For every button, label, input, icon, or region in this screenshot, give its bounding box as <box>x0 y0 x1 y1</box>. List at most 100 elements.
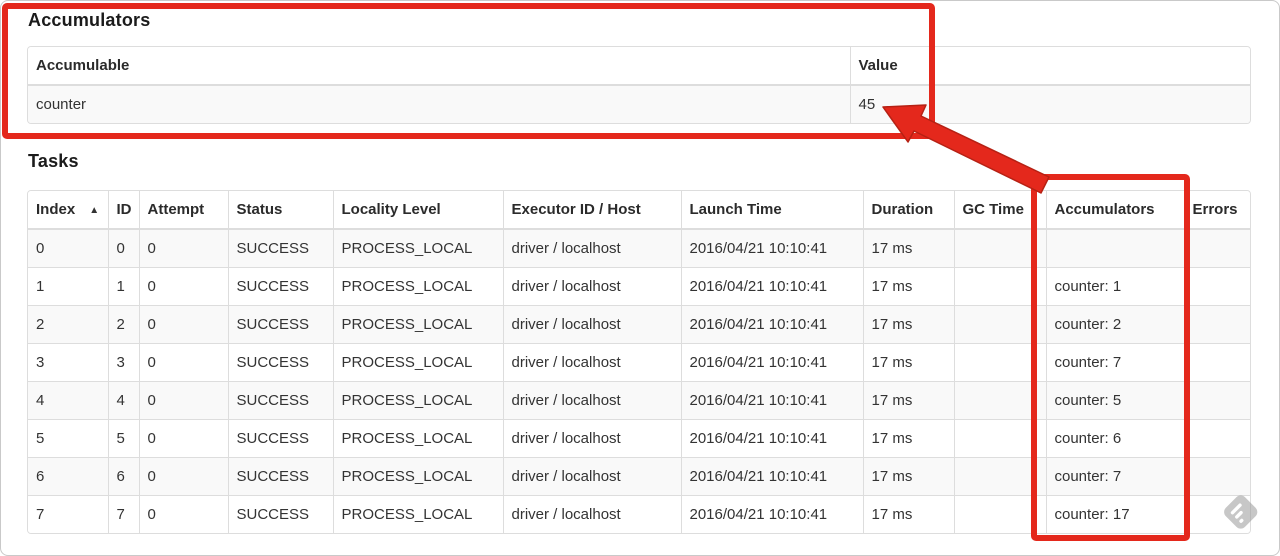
cell-locality-level: PROCESS_LOCAL <box>332 343 503 382</box>
cell-duration: 17 ms <box>862 419 954 458</box>
column-header-accumulators[interactable]: Accumulators <box>1045 191 1184 230</box>
column-header-label: Executor ID / Host <box>511 201 641 218</box>
column-header-label: Errors <box>1192 201 1238 218</box>
column-header-attempt[interactable]: Attempt <box>138 191 228 230</box>
cell-gc-time <box>953 267 1046 306</box>
task-row: 0 0 0 SUCCESS PROCESS_LOCAL driver / loc… <box>28 228 1250 268</box>
cell-errors <box>1183 495 1250 533</box>
cell-id: 5 <box>107 419 139 458</box>
task-row: 3 3 0 SUCCESS PROCESS_LOCAL driver / loc… <box>28 343 1250 382</box>
cell-gc-time <box>953 343 1046 382</box>
cell-executor-id-host: driver / localhost <box>502 381 681 420</box>
column-header-duration[interactable]: Duration <box>862 191 954 230</box>
cell-gc-time <box>953 495 1046 533</box>
cell-executor-id-host: driver / localhost <box>502 495 681 533</box>
column-header-index[interactable]: Index ▲ <box>28 191 108 230</box>
cell-errors <box>1183 457 1250 496</box>
cell-gc-time <box>953 457 1046 496</box>
column-header-launch-time[interactable]: Launch Time <box>680 191 863 230</box>
cell-locality-level: PROCESS_LOCAL <box>332 305 503 344</box>
cell-status: SUCCESS <box>227 457 333 496</box>
column-header-label: Index <box>36 201 76 218</box>
cell-attempt: 0 <box>138 419 228 458</box>
column-header-label: Locality Level <box>341 201 441 218</box>
cell-attempt: 0 <box>138 305 228 344</box>
cell-gc-time <box>953 419 1046 458</box>
column-header-gc-time[interactable]: GC Time <box>953 191 1046 230</box>
cell-locality-level: PROCESS_LOCAL <box>332 267 503 306</box>
column-header-label: Duration <box>871 201 934 218</box>
cell-launch-time: 2016/04/21 10:10:41 <box>680 305 863 344</box>
cell-errors <box>1183 381 1250 420</box>
cell-attempt: 0 <box>138 381 228 420</box>
cell-executor-id-host: driver / localhost <box>502 457 681 496</box>
cell-attempt: 0 <box>138 457 228 496</box>
cell-executor-id-host: driver / localhost <box>502 228 681 268</box>
column-header-label: Status <box>236 201 283 218</box>
cell-gc-time <box>953 228 1046 268</box>
cell-index: 4 <box>28 381 108 420</box>
cell-status: SUCCESS <box>227 267 333 306</box>
cell-duration: 17 ms <box>862 267 954 306</box>
cell-attempt: 0 <box>138 495 228 533</box>
cell-locality-level: PROCESS_LOCAL <box>332 228 503 268</box>
cell-locality-level: PROCESS_LOCAL <box>332 419 503 458</box>
cell-attempt: 0 <box>138 228 228 268</box>
cell-accumulators: counter: 2 <box>1045 305 1184 344</box>
cell-index: 2 <box>28 305 108 344</box>
cell-launch-time: 2016/04/21 10:10:41 <box>680 267 863 306</box>
cell-errors <box>1183 228 1250 268</box>
cell-index: 5 <box>28 419 108 458</box>
cell-accumulators <box>1045 228 1184 268</box>
cell-status: SUCCESS <box>227 305 333 344</box>
cell-id: 2 <box>107 305 139 344</box>
cell-duration: 17 ms <box>862 228 954 268</box>
cell-errors <box>1183 267 1250 306</box>
cell-value: 45 <box>849 84 1250 123</box>
cell-gc-time <box>953 305 1046 344</box>
cell-executor-id-host: driver / localhost <box>502 343 681 382</box>
cell-executor-id-host: driver / localhost <box>502 419 681 458</box>
cell-errors <box>1183 419 1250 458</box>
task-row: 4 4 0 SUCCESS PROCESS_LOCAL driver / loc… <box>28 381 1250 420</box>
column-header-label: Attempt <box>147 201 205 218</box>
task-row: 2 2 0 SUCCESS PROCESS_LOCAL driver / loc… <box>28 305 1250 344</box>
cell-attempt: 0 <box>138 267 228 306</box>
cell-accumulable: counter <box>28 84 850 123</box>
cell-duration: 17 ms <box>862 381 954 420</box>
sort-ascending-icon: ▲ <box>89 205 100 216</box>
cell-index: 0 <box>28 228 108 268</box>
cell-launch-time: 2016/04/21 10:10:41 <box>680 457 863 496</box>
cell-duration: 17 ms <box>862 343 954 382</box>
cell-status: SUCCESS <box>227 419 333 458</box>
column-header-label: GC Time <box>962 201 1024 218</box>
column-header-id[interactable]: ID <box>107 191 139 230</box>
cell-status: SUCCESS <box>227 495 333 533</box>
column-header-label: Launch Time <box>689 201 782 218</box>
column-header-status[interactable]: Status <box>227 191 333 230</box>
tasks-section-title: Tasks <box>28 151 79 171</box>
column-header-label: Accumulable <box>36 57 130 74</box>
cell-accumulators: counter: 7 <box>1045 343 1184 382</box>
cell-accumulators: counter: 5 <box>1045 381 1184 420</box>
cell-launch-time: 2016/04/21 10:10:41 <box>680 381 863 420</box>
cell-gc-time <box>953 381 1046 420</box>
column-header-accumulable[interactable]: Accumulable <box>28 47 850 86</box>
cell-locality-level: PROCESS_LOCAL <box>332 381 503 420</box>
cell-executor-id-host: driver / localhost <box>502 305 681 344</box>
cell-index: 3 <box>28 343 108 382</box>
column-header-label: Value <box>858 57 898 74</box>
column-header-value[interactable]: Value <box>849 47 1250 86</box>
accumulator-row: counter 45 <box>28 84 1250 123</box>
cell-id: 0 <box>107 228 139 268</box>
column-header-executor-id-host[interactable]: Executor ID / Host <box>502 191 681 230</box>
cell-accumulators: counter: 1 <box>1045 267 1184 306</box>
accumulators-header-row: Accumulable Value <box>28 47 1250 86</box>
column-header-errors[interactable]: Errors <box>1183 191 1250 230</box>
cell-status: SUCCESS <box>227 228 333 268</box>
cell-accumulators: counter: 17 <box>1045 495 1184 533</box>
cell-id: 3 <box>107 343 139 382</box>
cell-id: 1 <box>107 267 139 306</box>
column-header-locality-level[interactable]: Locality Level <box>332 191 503 230</box>
cell-index: 7 <box>28 495 108 533</box>
